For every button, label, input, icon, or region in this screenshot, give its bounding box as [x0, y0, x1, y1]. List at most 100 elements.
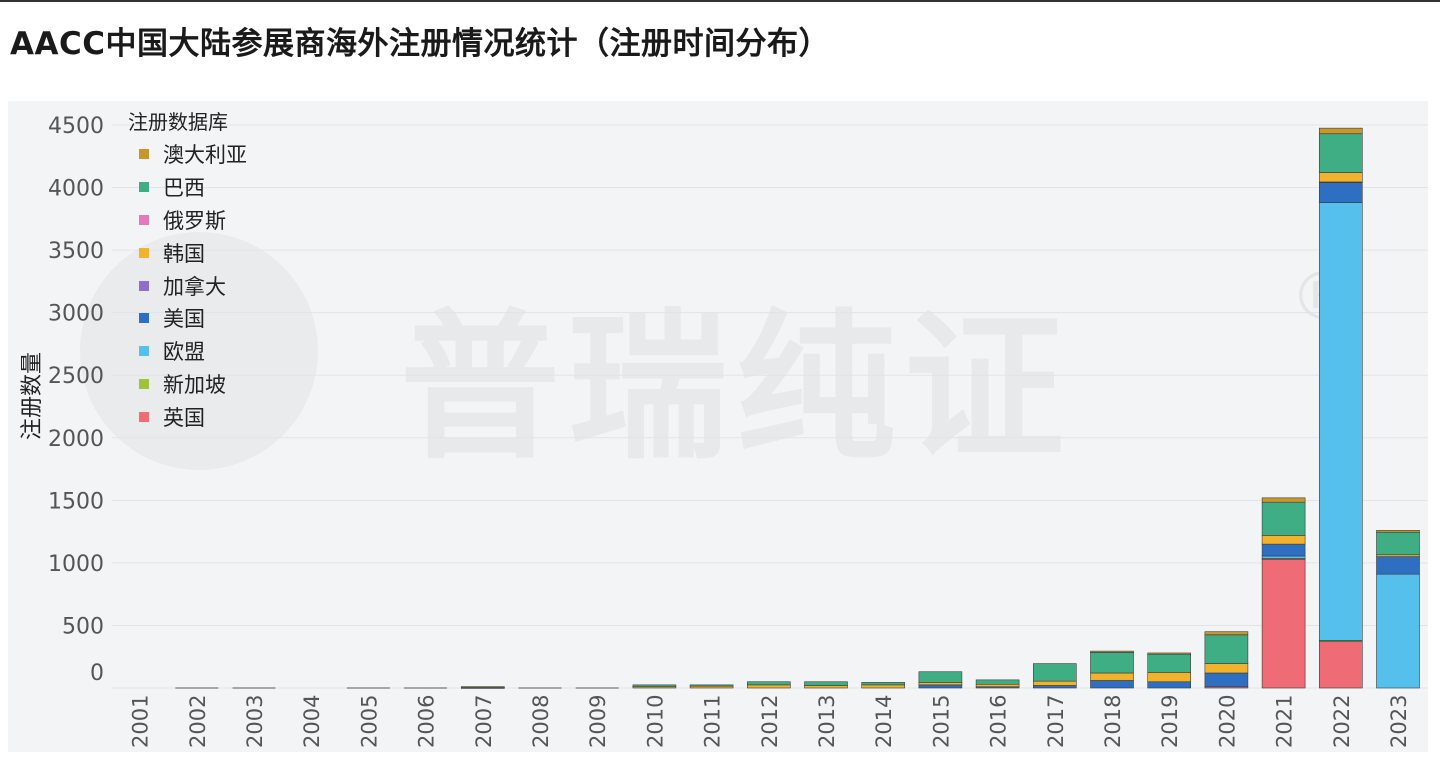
bar-segment [1319, 202, 1363, 641]
x-tick-label: 2013 [815, 695, 839, 748]
y-tick-label: 2500 [48, 364, 104, 389]
legend-title: 注册数据库 [128, 110, 228, 134]
x-tick-label: 2007 [472, 695, 496, 748]
legend-swatch [139, 182, 149, 193]
x-tick-label: 2001 [129, 695, 153, 748]
bar-segment [861, 684, 906, 689]
legend-label: 巴西 [163, 176, 205, 201]
bar-segment [1147, 653, 1191, 673]
bar-segment [1147, 652, 1191, 655]
legend-swatch [139, 280, 149, 291]
legend-label: 新加坡 [163, 372, 226, 397]
legend-item[interactable]: 巴西 [128, 171, 247, 204]
x-tick-label: 2019 [1158, 695, 1182, 748]
y-tick-label: 2000 [48, 427, 104, 452]
x-tick-label: 2008 [529, 695, 553, 748]
bar-segment [1376, 530, 1420, 533]
legend-label: 韩国 [163, 241, 205, 266]
x-tick-label: 2016 [987, 695, 1011, 748]
x-tick-label: 2005 [357, 695, 381, 748]
bar-segment [1204, 672, 1249, 688]
legend-item[interactable]: 欧盟 [128, 335, 247, 368]
x-tick-label: 2022 [1330, 695, 1354, 748]
legend-item[interactable]: 美国 [128, 302, 247, 335]
x-tick-label: 2017 [1044, 695, 1068, 748]
bar-segment [1033, 685, 1077, 689]
bar-segment [1204, 663, 1249, 674]
bar-segment [1319, 127, 1363, 135]
bar-segment [746, 684, 791, 689]
y-tick-label: 1000 [48, 552, 104, 577]
legend: 注册数据库 澳大利亚巴西俄罗斯韩国加拿大美国欧盟新加坡英国 [128, 106, 247, 433]
bar-segment [460, 686, 505, 688]
legend-swatch [139, 411, 149, 422]
bar-segment [918, 671, 963, 683]
bar-segment [1376, 556, 1420, 575]
bar-segment [1319, 641, 1363, 689]
bar-segment [1090, 680, 1134, 689]
bar-segment [918, 684, 963, 689]
bar-segment [975, 683, 1020, 688]
bar-segment [632, 684, 677, 688]
x-tick-label: 2014 [872, 695, 896, 748]
legend-swatch [139, 149, 149, 160]
bar-segment [1204, 631, 1249, 636]
bar-segment [861, 682, 906, 686]
bar-segment [1090, 652, 1134, 674]
bar-segment [1319, 182, 1363, 203]
legend-swatch [139, 313, 149, 324]
bar-segment [1319, 172, 1363, 183]
legend-item[interactable]: 新加坡 [128, 368, 247, 401]
x-tick-label: 2020 [1215, 695, 1239, 748]
bar-segment [1147, 672, 1191, 683]
x-tick-label: 2006 [415, 695, 439, 748]
x-tick-label: 2012 [758, 695, 782, 748]
bar-segment [1033, 663, 1077, 682]
bar-segment [1204, 634, 1249, 664]
bar-segment [804, 685, 848, 689]
x-tick-label: 2015 [929, 695, 953, 748]
x-tick-label: 2018 [1101, 695, 1125, 748]
y-axis-title: 注册数量 [20, 352, 45, 440]
bar-segment [1261, 497, 1306, 503]
bar-segment [1261, 558, 1306, 689]
y-tick-label: 3500 [48, 239, 104, 264]
legend-label: 欧盟 [163, 340, 205, 365]
legend-item[interactable]: 加拿大 [128, 269, 247, 302]
bar-segment [1376, 573, 1420, 689]
x-tick-label: 2010 [643, 695, 667, 748]
legend-item[interactable]: 俄罗斯 [128, 204, 247, 237]
bar-segment [1261, 535, 1306, 545]
bar-segment [975, 679, 1020, 685]
bar-segment [1033, 680, 1077, 686]
bar-segment [804, 681, 848, 686]
y-tick-label: 0 [90, 661, 104, 686]
legend-item[interactable]: 澳大利亚 [128, 138, 247, 171]
legend-label: 加拿大 [163, 274, 226, 299]
bar-segment [918, 682, 963, 686]
legend-items: 澳大利亚巴西俄罗斯韩国加拿大美国欧盟新加坡英国 [128, 138, 247, 433]
y-tick-label: 1500 [48, 489, 104, 514]
legend-label: 美国 [163, 307, 205, 332]
legend-swatch [139, 247, 149, 258]
x-tick-label: 2009 [586, 695, 610, 748]
bar-segment [1147, 681, 1191, 689]
y-tick-label: 500 [62, 614, 104, 639]
bar-segment [1319, 133, 1363, 173]
bar-segment [1090, 650, 1134, 653]
y-tick-label: 4000 [48, 177, 104, 202]
legend-label: 澳大利亚 [163, 143, 247, 168]
legend-label: 俄罗斯 [163, 208, 226, 233]
x-tick-label: 2023 [1387, 695, 1411, 748]
bar-segment [689, 684, 734, 687]
x-tick-label: 2002 [186, 695, 210, 748]
y-tick-label: 3000 [48, 302, 104, 327]
bar-segment [1261, 555, 1306, 559]
y-tick-label: 4500 [48, 114, 104, 139]
x-tick-label: 2003 [243, 695, 267, 748]
legend-swatch [139, 346, 149, 357]
bar-segment [1261, 501, 1306, 536]
legend-label: 英国 [163, 405, 205, 430]
legend-item[interactable]: 韩国 [128, 236, 247, 269]
legend-item[interactable]: 英国 [128, 400, 247, 433]
